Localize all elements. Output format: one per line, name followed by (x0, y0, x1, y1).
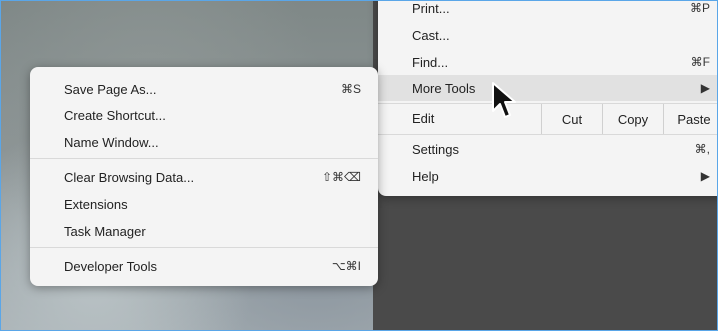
chrome-main-menu: Print... ⌘P Cast... Find... ⌘F More Tool… (378, 0, 717, 196)
menu-item-label: Settings (412, 141, 459, 157)
menu-separator (378, 134, 717, 135)
screenshot-frame: Print... ⌘P Cast... Find... ⌘F More Tool… (0, 0, 718, 331)
menu-item-shortcut: ⌘, (694, 142, 710, 156)
paste-label: Paste (677, 111, 711, 127)
paste-button[interactable]: Paste (663, 104, 717, 134)
menu-item-clear-browsing-data[interactable]: Clear Browsing Data... ⇧⌘⌫ (30, 164, 378, 190)
submenu-arrow-icon: ▶ (700, 81, 710, 95)
menu-item-label: Help (412, 168, 439, 184)
menu-item-label: Cast... (412, 27, 450, 43)
submenu-arrow-icon: ▶ (700, 169, 710, 183)
menu-item-extensions[interactable]: Extensions (30, 191, 378, 217)
menu-item-create-shortcut[interactable]: Create Shortcut... (30, 102, 378, 128)
menu-item-save-page-as[interactable]: Save Page As... ⌘S (30, 76, 378, 102)
menu-separator (30, 158, 378, 159)
menu-item-label: Clear Browsing Data... (64, 169, 195, 185)
menu-item-developer-tools[interactable]: Developer Tools ⌥⌘I (30, 253, 378, 279)
menu-item-label: Save Page As... (64, 81, 157, 97)
menu-item-label: Find... (412, 54, 449, 70)
menu-item-cast[interactable]: Cast... (378, 22, 717, 48)
cut-label: Cut (561, 111, 583, 127)
menu-item-print[interactable]: Print... ⌘P (378, 0, 717, 21)
menu-item-label: Create Shortcut... (64, 107, 166, 123)
menu-item-label: Developer Tools (64, 258, 157, 274)
cut-button[interactable]: Cut (541, 104, 602, 134)
menu-item-shortcut: ⌘S (340, 82, 361, 96)
more-tools-submenu: Save Page As... ⌘S Create Shortcut... Na… (30, 67, 378, 286)
menu-separator (30, 247, 378, 248)
menu-edit-row: Edit Cut Copy Paste (378, 104, 717, 134)
mouse-cursor-icon (492, 82, 516, 118)
menu-item-settings[interactable]: Settings ⌘, (378, 136, 717, 162)
menu-item-label: Name Window... (64, 134, 159, 150)
edit-label: Edit (412, 111, 435, 126)
menu-item-shortcut: ⌥⌘I (331, 259, 361, 273)
menu-item-help[interactable]: Help ▶ (378, 163, 717, 189)
menu-item-shortcut: ⌘F (690, 55, 710, 69)
copy-button[interactable]: Copy (602, 104, 663, 134)
menu-item-shortcut: ⇧⌘⌫ (321, 170, 361, 184)
menu-item-shortcut: ⌘P (689, 1, 710, 15)
menu-item-task-manager[interactable]: Task Manager (30, 218, 378, 244)
menu-item-label: Print... (412, 0, 450, 16)
copy-label: Copy (617, 111, 649, 127)
menu-item-label: Extensions (64, 196, 128, 212)
menu-item-find[interactable]: Find... ⌘F (378, 49, 717, 75)
menu-item-more-tools[interactable]: More Tools ▶ (378, 75, 717, 101)
menu-item-name-window[interactable]: Name Window... (30, 129, 378, 155)
menu-item-label: More Tools (412, 80, 476, 96)
menu-item-label: Task Manager (64, 223, 146, 239)
